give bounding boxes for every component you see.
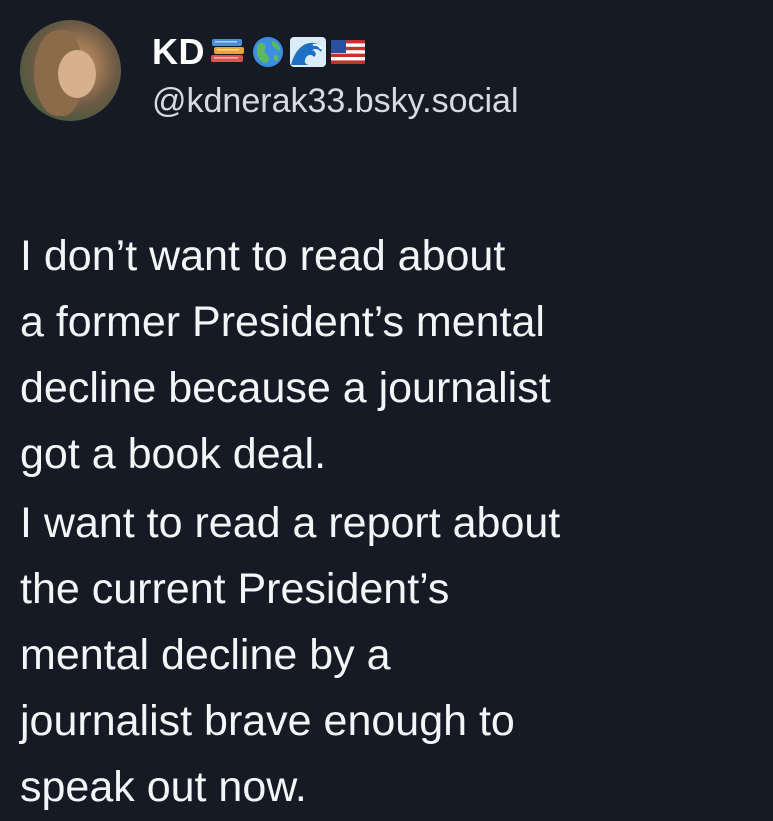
- post-body: I don’t want to read about a former Pres…: [20, 157, 760, 811]
- post-paragraph-2: I want to read a report about the curren…: [20, 499, 561, 811]
- globe-emoji-icon: [253, 37, 283, 67]
- post-card: KD @kdnerak33.bsky.social I don’t want t…: [0, 0, 773, 821]
- wave-emoji-icon: [290, 37, 326, 67]
- display-name[interactable]: KD: [152, 31, 205, 73]
- books-emoji-icon: [211, 39, 244, 62]
- author-handle[interactable]: @kdnerak33.bsky.social: [152, 82, 519, 121]
- post-paragraph-1: I don’t want to read about a former Pres…: [20, 232, 551, 478]
- us-flag-emoji-icon: [331, 40, 365, 64]
- name-row: KD: [152, 30, 367, 74]
- post-header: KD @kdnerak33.bsky.social: [20, 20, 760, 130]
- name-emoji-group: [207, 35, 367, 69]
- avatar-face: [58, 50, 96, 98]
- avatar[interactable]: [20, 20, 121, 121]
